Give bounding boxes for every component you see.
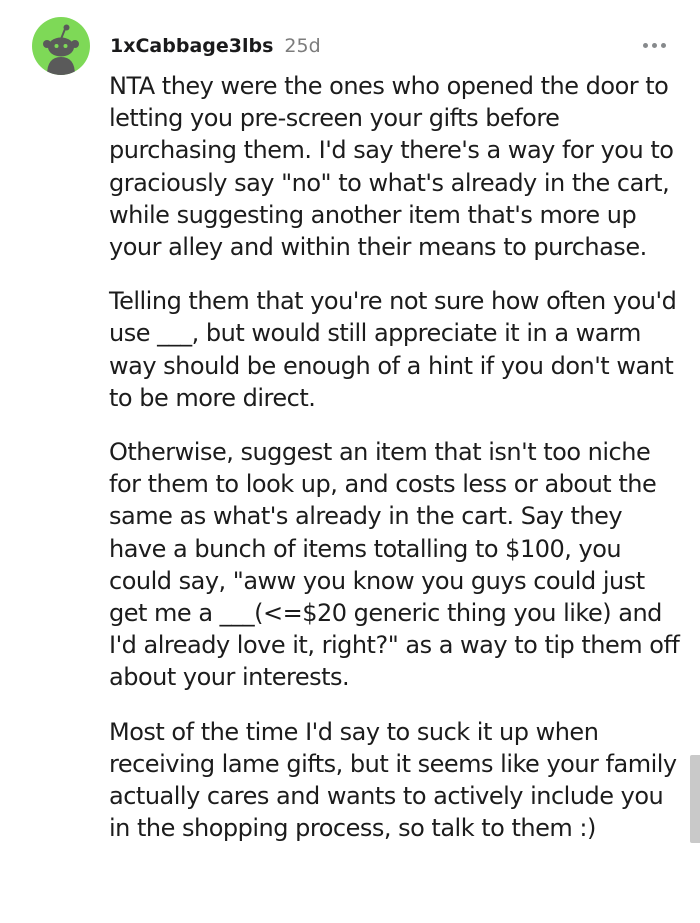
more-options-icon[interactable] (638, 36, 670, 54)
comment-paragraph: NTA they were the ones who opened the do… (109, 72, 674, 262)
username-link[interactable]: 1xCabbage3lbs (110, 35, 273, 57)
snoo-avatar-icon (43, 24, 79, 75)
scrollbar-thumb[interactable] (690, 755, 700, 843)
user-avatar[interactable] (32, 17, 90, 75)
comment: 1xCabbage3lbs 25d NTA they were the ones… (0, 0, 700, 923)
comment-paragraph: Most of the time I'd say to suck it up w… (109, 717, 677, 843)
comment-header: 1xCabbage3lbs 25d (110, 30, 321, 62)
comment-paragraph: Telling them that you're not sure how of… (109, 287, 677, 412)
comment-body: NTA they were the ones who opened the do… (109, 70, 684, 866)
comment-paragraph: Otherwise, suggest an item that isn't to… (109, 438, 680, 692)
comment-timestamp: 25d (284, 35, 321, 57)
